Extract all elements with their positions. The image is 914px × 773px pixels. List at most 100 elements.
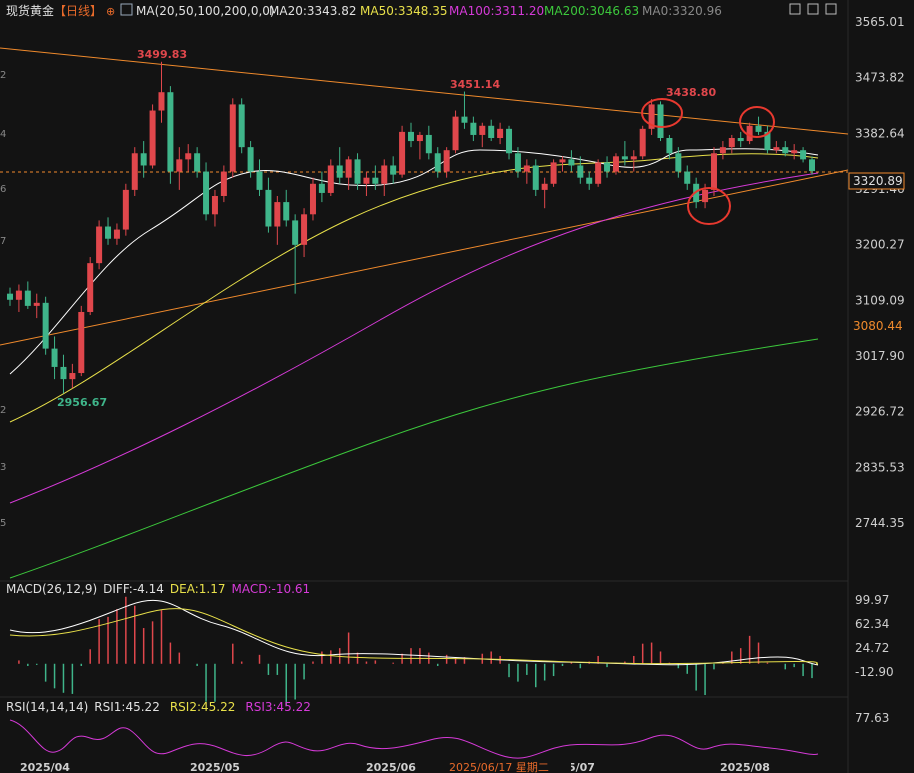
- candle-body: [497, 128, 504, 138]
- annotation-low1: 2956.67: [57, 396, 107, 409]
- time-label: 2025/06: [366, 761, 416, 773]
- candle-body: [105, 226, 112, 239]
- price-tick: 3382.64: [855, 126, 905, 140]
- candle-body: [523, 165, 530, 172]
- candle-body: [782, 147, 789, 154]
- candle-body: [434, 153, 441, 172]
- macd-axis: 99.97 62.34 24.72 -12.90: [855, 593, 894, 679]
- candle-body: [728, 137, 735, 148]
- candle-body: [265, 189, 272, 227]
- candlestick-series: [7, 61, 815, 394]
- candle-body: [247, 147, 254, 172]
- candle-body: [657, 104, 664, 138]
- ma0-readout: MA0:3320.96: [642, 4, 722, 18]
- candle-body: [203, 171, 210, 215]
- candle-body: [15, 290, 22, 300]
- left-axis-fragment: 6: [0, 184, 6, 195]
- maximize-icon[interactable]: [825, 3, 837, 15]
- highlight-circle-aug-high: [739, 106, 775, 138]
- candle-body: [577, 165, 584, 178]
- candle-body: [416, 134, 423, 142]
- candle-body: [158, 92, 165, 111]
- candle-body: [69, 373, 76, 380]
- candle-body: [506, 128, 513, 154]
- candle-body: [791, 150, 798, 154]
- candle-body: [399, 131, 406, 175]
- candle-body: [550, 162, 557, 184]
- left-axis-fragment: 7: [0, 236, 6, 247]
- candle-body: [301, 214, 308, 245]
- candle-body: [568, 159, 575, 166]
- macd-tick: 99.97: [855, 593, 889, 607]
- macd-tick: -12.90: [855, 665, 894, 679]
- rsi-tick: 77.63: [855, 711, 889, 725]
- candle-body: [87, 263, 94, 312]
- candle-body: [131, 153, 138, 190]
- candle-body: [327, 165, 334, 193]
- ma20-readout: MA20:3343.82: [269, 4, 357, 18]
- candle-body: [604, 162, 611, 172]
- candle-body: [559, 159, 566, 163]
- candle-body: [185, 153, 192, 160]
- candle-body: [586, 177, 593, 184]
- candle-body: [274, 202, 281, 227]
- candle-body: [639, 128, 646, 157]
- candle-body: [621, 156, 628, 160]
- ma20-line: [9, 148, 819, 375]
- current-price-label: 3320.89: [853, 174, 903, 188]
- crosshair-date: 2025/06/17 星期二: [449, 761, 549, 773]
- ma100-readout: MA100:3311.20: [449, 4, 544, 18]
- candle-body: [425, 134, 432, 154]
- macd-histogram: [18, 596, 813, 707]
- candle-body: [630, 156, 637, 160]
- candle-body: [60, 366, 67, 380]
- candle-body: [666, 137, 673, 154]
- ma-spec: MA(20,50,100,200,0,0): [136, 4, 275, 18]
- macd-tick: 62.34: [855, 617, 889, 631]
- candle-body: [345, 159, 352, 178]
- price-tick: 2926.72: [855, 405, 905, 419]
- candle-body: [452, 116, 459, 151]
- candle-body: [363, 177, 370, 184]
- candle-body: [220, 171, 227, 196]
- ma100-line: [9, 172, 819, 504]
- candle-body: [283, 202, 290, 221]
- candle-body: [595, 162, 602, 184]
- candle-body: [51, 348, 58, 367]
- candle-body: [737, 137, 744, 142]
- price-axis: 3565.013473.823382.643291.463200.273109.…: [855, 15, 905, 530]
- candle-body: [318, 183, 325, 193]
- candle-body: [78, 311, 85, 374]
- annotation-high2: 3451.14: [450, 78, 500, 91]
- price-chart[interactable]: 3499.83 3451.14 3438.80 2956.67 现货黄金【日线】…: [0, 0, 914, 773]
- left-axis-fragment: 5: [0, 518, 6, 529]
- fullscreen-icon[interactable]: [789, 3, 801, 15]
- price-tick: 3565.01: [855, 15, 905, 29]
- candle-body: [710, 153, 717, 190]
- restore-icon[interactable]: [807, 3, 819, 15]
- candle-body: [675, 153, 682, 172]
- left-axis-fragment: 4: [0, 129, 6, 140]
- time-label: 2025/04: [20, 761, 70, 773]
- price-tick: 2835.53: [855, 460, 905, 474]
- candle-body: [461, 116, 468, 123]
- left-axis-fragment: 2: [0, 405, 6, 416]
- ma200-price-label: 3080.44: [853, 319, 903, 333]
- macd-tick: 24.72: [855, 641, 889, 655]
- ma-indicator-icon[interactable]: [120, 3, 133, 16]
- candle-body: [229, 104, 236, 172]
- candle-body: [541, 183, 548, 190]
- price-tick: 3473.82: [855, 71, 905, 85]
- candle-body: [408, 131, 414, 142]
- settings-icon[interactable]: ⊕: [106, 5, 115, 18]
- macd-title: MACD(26,12,9) DIFF:-4.14 DEA:1.17 MACD:-10.…: [6, 582, 310, 596]
- candle-body: [773, 147, 780, 151]
- macd-diff-line: [9, 599, 819, 666]
- candle-body: [719, 147, 726, 154]
- candle-body: [372, 177, 379, 184]
- candle-body: [96, 226, 103, 264]
- candle-body: [612, 156, 619, 172]
- candle-body: [479, 125, 486, 135]
- candle-body: [684, 171, 691, 184]
- time-label: 2025/08: [720, 761, 770, 773]
